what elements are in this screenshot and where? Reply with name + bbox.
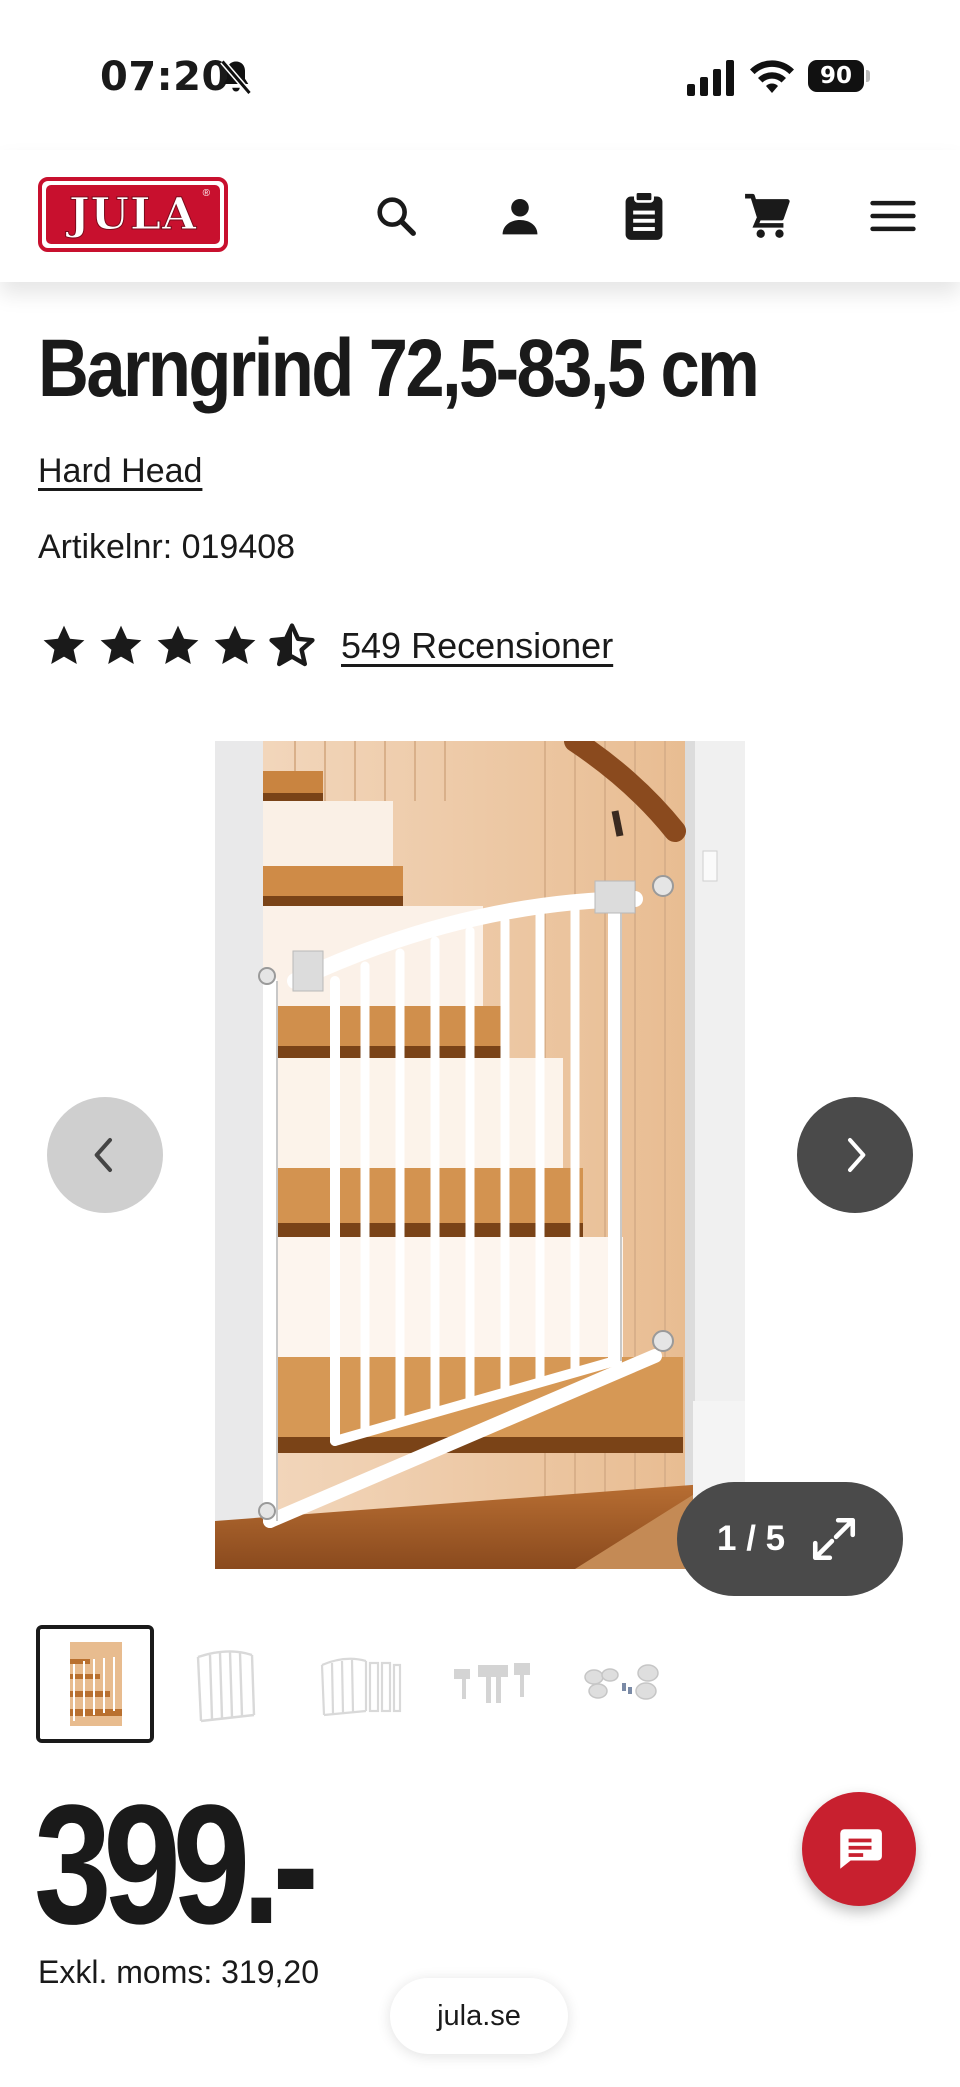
bell-slash-icon — [220, 59, 252, 95]
brand-link[interactable]: Hard Head — [38, 452, 202, 491]
cart-icon[interactable] — [740, 188, 796, 244]
chat-button[interactable] — [802, 1792, 916, 1906]
logo-text: JULA — [68, 189, 198, 241]
chat-icon — [840, 1829, 882, 1869]
reviews-link[interactable]: 549 Recensioner — [341, 625, 613, 667]
browser-url-bar[interactable]: jula.se — [390, 1978, 568, 2054]
jula-logo[interactable]: JULA ® — [38, 177, 228, 252]
star-full-icon — [157, 625, 199, 664]
article-number: Artikelnr: 019408 — [38, 528, 296, 566]
star-full-icon — [100, 625, 142, 664]
thumbnail-4[interactable] — [432, 1625, 550, 1743]
status-bar: 07:20 90 — [0, 0, 960, 150]
thumbnail-5[interactable] — [564, 1625, 682, 1743]
star-half-icon — [269, 623, 315, 667]
logo-registered-mark: ® — [202, 188, 210, 199]
product-image-main[interactable] — [215, 741, 745, 1569]
search-icon[interactable] — [368, 188, 424, 244]
gallery-counter-fullscreen[interactable]: 1 / 5 — [677, 1482, 903, 1596]
status-time: 07:20 — [100, 54, 230, 100]
product-title: Barngrind 72,5-83,5 cm — [38, 323, 760, 414]
chevron-left-icon — [94, 1138, 112, 1172]
price-excl-vat: Exkl. moms: 319,20 — [38, 1954, 319, 1990]
gallery-prev-button[interactable] — [47, 1097, 163, 1213]
gallery-counter: 1 / 5 — [717, 1519, 786, 1558]
gallery-next-button[interactable] — [797, 1097, 913, 1213]
product-photo-gate-stairs — [215, 741, 745, 1569]
wifi-icon — [750, 60, 794, 93]
battery-level: 90 — [808, 60, 864, 92]
star-full-icon — [214, 625, 256, 664]
thumbnail-1[interactable] — [36, 1625, 154, 1743]
expand-icon — [812, 1517, 856, 1561]
thumbnail-3[interactable] — [300, 1625, 418, 1743]
price: 399.- — [34, 1770, 319, 1960]
clipboard-icon[interactable] — [616, 188, 672, 244]
user-icon[interactable] — [492, 188, 548, 244]
thumbnail-2[interactable] — [168, 1625, 286, 1743]
signal-icon — [687, 60, 734, 96]
site-header: JULA ® — [0, 150, 960, 282]
menu-icon[interactable] — [865, 188, 921, 244]
rating-row[interactable]: 549 Recensioner — [40, 618, 613, 674]
star-full-icon — [43, 625, 85, 664]
battery-icon: 90 — [808, 60, 870, 92]
chevron-right-icon — [848, 1138, 866, 1172]
